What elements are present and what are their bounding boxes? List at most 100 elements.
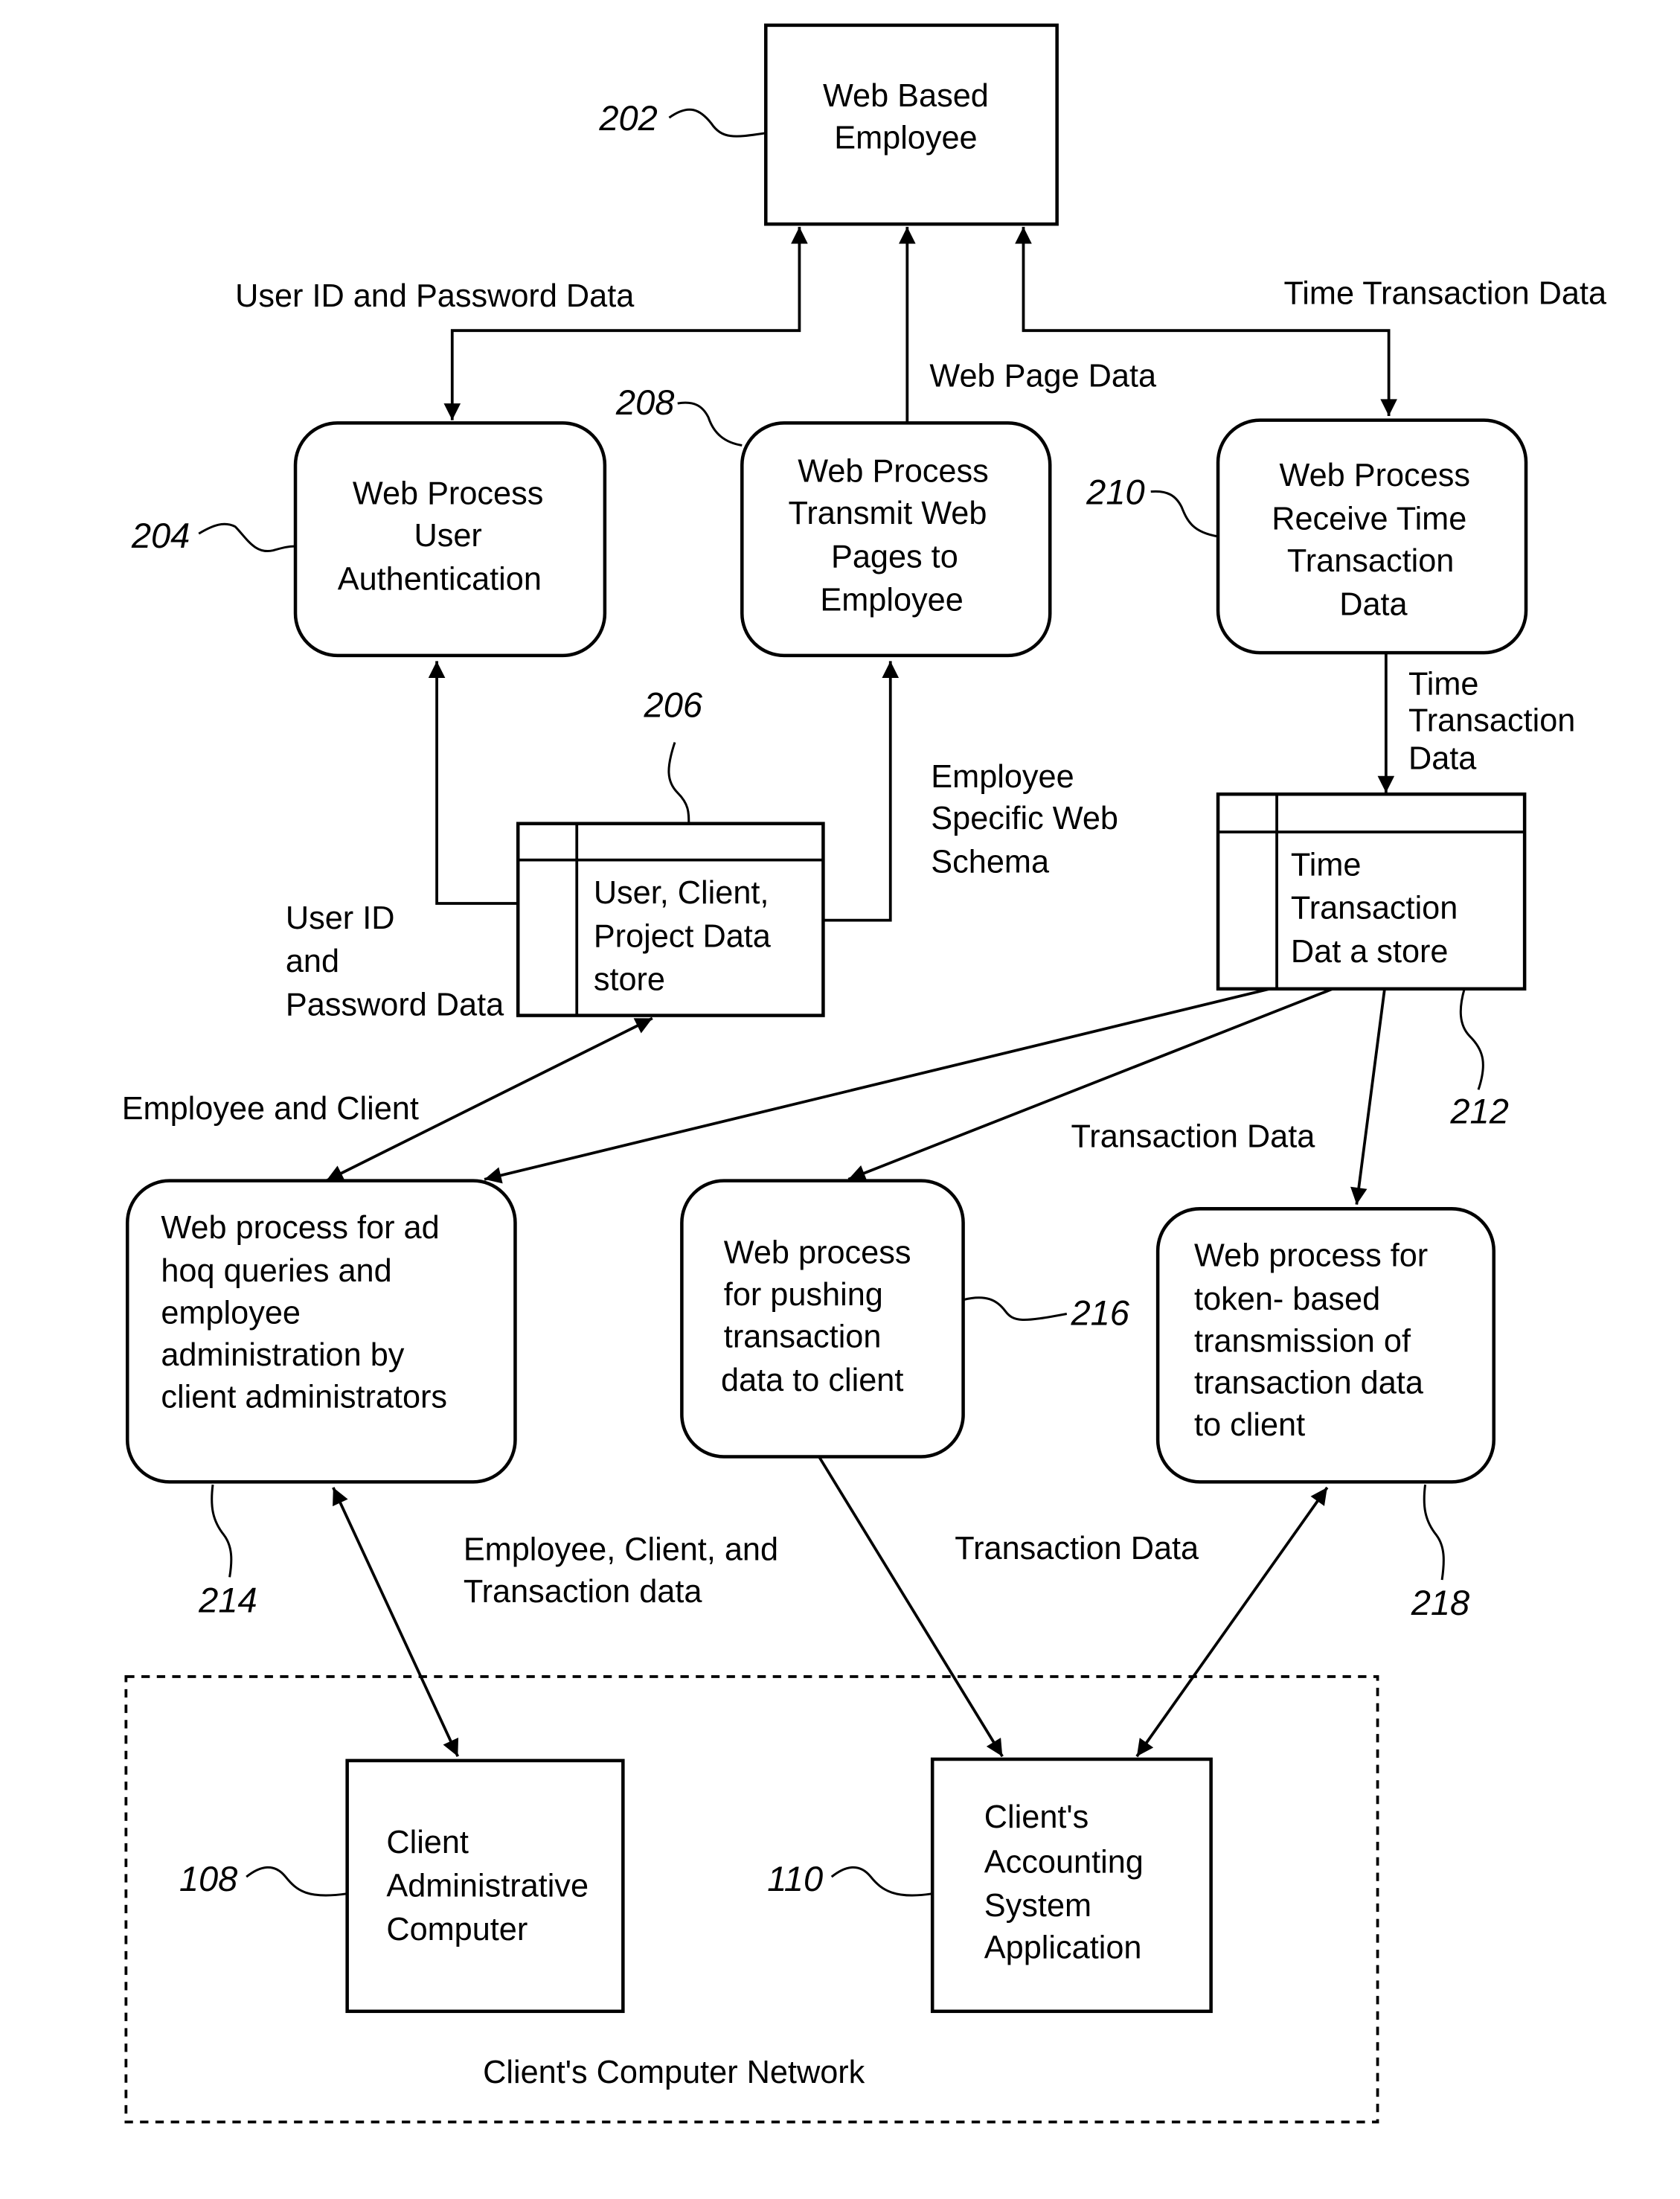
node-210-receive-time-transaction: Web Process Receive Time Transaction Dat… bbox=[1216, 418, 1528, 655]
datastore-206-line-3: store bbox=[594, 962, 665, 998]
ref-204-label: 204 bbox=[131, 516, 190, 555]
node-218-line-4: transaction data bbox=[1194, 1366, 1424, 1401]
datastore-206-line-1: User, Client, bbox=[594, 875, 769, 911]
node-204-line-1: Web Process bbox=[353, 476, 543, 512]
node-216-line-2: for pushing bbox=[724, 1277, 883, 1313]
ref-216-leader bbox=[963, 1296, 1068, 1321]
ref-108-leader bbox=[246, 1866, 347, 1897]
ref-202: 202 bbox=[598, 98, 766, 138]
node-216-push-transactions: Web process for pushing transaction data… bbox=[680, 1179, 965, 1459]
label-userid-left-3: Password Data bbox=[286, 988, 504, 1023]
node-210-line-4: Data bbox=[1339, 586, 1408, 622]
ref-204-leader bbox=[198, 522, 296, 553]
node-108-client-admin-computer: Client Administrative Computer bbox=[345, 1758, 625, 2014]
node-216-line-4: data to client bbox=[721, 1363, 903, 1398]
ref-214: 214 bbox=[198, 1484, 257, 1619]
node-110-accounting-system: Client's Accounting System Application bbox=[930, 1757, 1213, 2014]
label-time-transaction-down-1: Time bbox=[1408, 667, 1479, 702]
ref-210: 210 bbox=[1086, 473, 1219, 538]
node-110-line-3: System bbox=[984, 1888, 1091, 1924]
ref-214-label: 214 bbox=[198, 1580, 257, 1619]
label-transaction-data-mid: Transaction Data bbox=[1071, 1118, 1315, 1154]
data-flow-diagram: Web Based Employee 202 User ID and Passw… bbox=[122, 23, 1607, 2124]
node-204-line-2: User bbox=[414, 518, 481, 554]
node-108-line-1: Client bbox=[386, 1825, 469, 1860]
datastore-212-line-2: Transaction bbox=[1291, 891, 1458, 926]
flow-userid-password-206-204 bbox=[428, 661, 519, 905]
label-employee-and-client: Employee and Client bbox=[122, 1091, 419, 1127]
node-110-line-4: Application bbox=[984, 1930, 1142, 1965]
node-202-web-based-employee: Web Based Employee bbox=[764, 23, 1059, 226]
ref-208-leader bbox=[677, 401, 743, 447]
ref-110-leader bbox=[830, 1866, 933, 1897]
node-204-user-authentication: Web Process User Authentication bbox=[293, 421, 607, 658]
node-214-line-1: Web process for ad bbox=[161, 1210, 439, 1246]
datastore-206-user-client-project: User, Client, Project Data store bbox=[516, 822, 825, 1017]
node-218-line-2: token- based bbox=[1194, 1281, 1380, 1317]
label-time-transaction-down-2: Transaction bbox=[1408, 702, 1575, 738]
ref-204: 204 bbox=[131, 516, 296, 555]
ref-208: 208 bbox=[615, 382, 743, 447]
node-108-line-3: Computer bbox=[386, 1912, 528, 1947]
node-110-line-1: Client's bbox=[984, 1799, 1089, 1835]
node-202-line-2: Employee bbox=[834, 121, 977, 156]
node-214-line-4: administration by bbox=[161, 1337, 404, 1373]
ref-110-label: 110 bbox=[767, 1859, 823, 1898]
ref-212-label: 212 bbox=[1449, 1091, 1508, 1130]
label-time-transaction-top: Time Transaction Data bbox=[1283, 275, 1607, 311]
flow-transaction-212-218 bbox=[1350, 988, 1386, 1205]
ref-108-label: 108 bbox=[179, 1859, 237, 1898]
flow-transaction-218-110 bbox=[1135, 1486, 1329, 1758]
ref-202-leader bbox=[668, 108, 766, 138]
node-214-line-3: employee bbox=[161, 1296, 301, 1331]
ref-110: 110 bbox=[767, 1859, 933, 1898]
node-214-line-5: client administrators bbox=[161, 1380, 447, 1415]
node-218-token-based-transmission: Web process for token- based transmissio… bbox=[1155, 1207, 1495, 1484]
node-216-line-1: Web process bbox=[724, 1235, 911, 1271]
flow-employee-schema-206-208 bbox=[823, 661, 900, 922]
node-208-line-2: Transmit Web bbox=[789, 496, 987, 531]
label-transaction-data-low: Transaction Data bbox=[955, 1531, 1199, 1566]
datastore-206-line-2: Project Data bbox=[594, 918, 772, 954]
datastore-212-line-1: Time bbox=[1291, 847, 1362, 883]
ref-218-label: 218 bbox=[1411, 1583, 1469, 1622]
ref-208-label: 208 bbox=[615, 382, 674, 422]
label-employee-schema-3: Schema bbox=[931, 845, 1050, 880]
ref-202-label: 202 bbox=[598, 98, 657, 138]
ref-206-label: 206 bbox=[644, 685, 703, 725]
node-216-line-3: transaction bbox=[724, 1319, 882, 1355]
ref-206: 206 bbox=[644, 685, 703, 824]
label-time-transaction-down-3: Data bbox=[1408, 740, 1477, 776]
label-web-page-data: Web Page Data bbox=[929, 358, 1157, 394]
label-userid-left-2: and bbox=[286, 944, 339, 979]
ref-206-leader bbox=[667, 742, 690, 824]
node-210-line-3: Transaction bbox=[1287, 543, 1454, 579]
node-110-line-2: Accounting bbox=[984, 1844, 1144, 1880]
node-218-line-1: Web process for bbox=[1194, 1238, 1428, 1273]
node-202-line-1: Web Based bbox=[823, 78, 989, 114]
node-214-line-2: hoq queries and bbox=[161, 1253, 391, 1289]
ref-108: 108 bbox=[179, 1859, 347, 1898]
ref-216: 216 bbox=[963, 1293, 1130, 1333]
ref-212: 212 bbox=[1449, 988, 1509, 1130]
node-210-line-1: Web Process bbox=[1280, 458, 1470, 493]
ref-212-leader bbox=[1459, 988, 1484, 1090]
flow-emp-client-trans-214-108 bbox=[332, 1487, 460, 1758]
node-208-line-3: Pages to bbox=[831, 539, 958, 574]
datastore-212-time-transaction: Time Transaction Dat a store bbox=[1216, 792, 1527, 991]
ref-218: 218 bbox=[1411, 1484, 1469, 1622]
node-214-adhoc-queries: Web process for ad hoq queries and emplo… bbox=[125, 1179, 517, 1484]
node-210-line-2: Receive Time bbox=[1272, 501, 1466, 537]
datastore-212-line-3: Dat a store bbox=[1291, 934, 1449, 970]
node-208-line-4: Employee bbox=[820, 583, 963, 618]
label-userid-password-top: User ID and Password Data bbox=[235, 278, 635, 314]
node-204-line-3: Authentication bbox=[338, 561, 542, 597]
ref-218-leader bbox=[1423, 1484, 1445, 1581]
ref-210-leader bbox=[1150, 490, 1219, 538]
node-218-line-5: to client bbox=[1194, 1407, 1305, 1443]
client-network-label: Client's Computer Network bbox=[483, 2055, 865, 2090]
label-employee-schema-2: Specific Web bbox=[931, 801, 1118, 836]
label-emp-client-trans-2: Transaction data bbox=[464, 1574, 703, 1610]
ref-210-label: 210 bbox=[1086, 473, 1144, 512]
label-employee-schema-1: Employee bbox=[931, 759, 1074, 795]
